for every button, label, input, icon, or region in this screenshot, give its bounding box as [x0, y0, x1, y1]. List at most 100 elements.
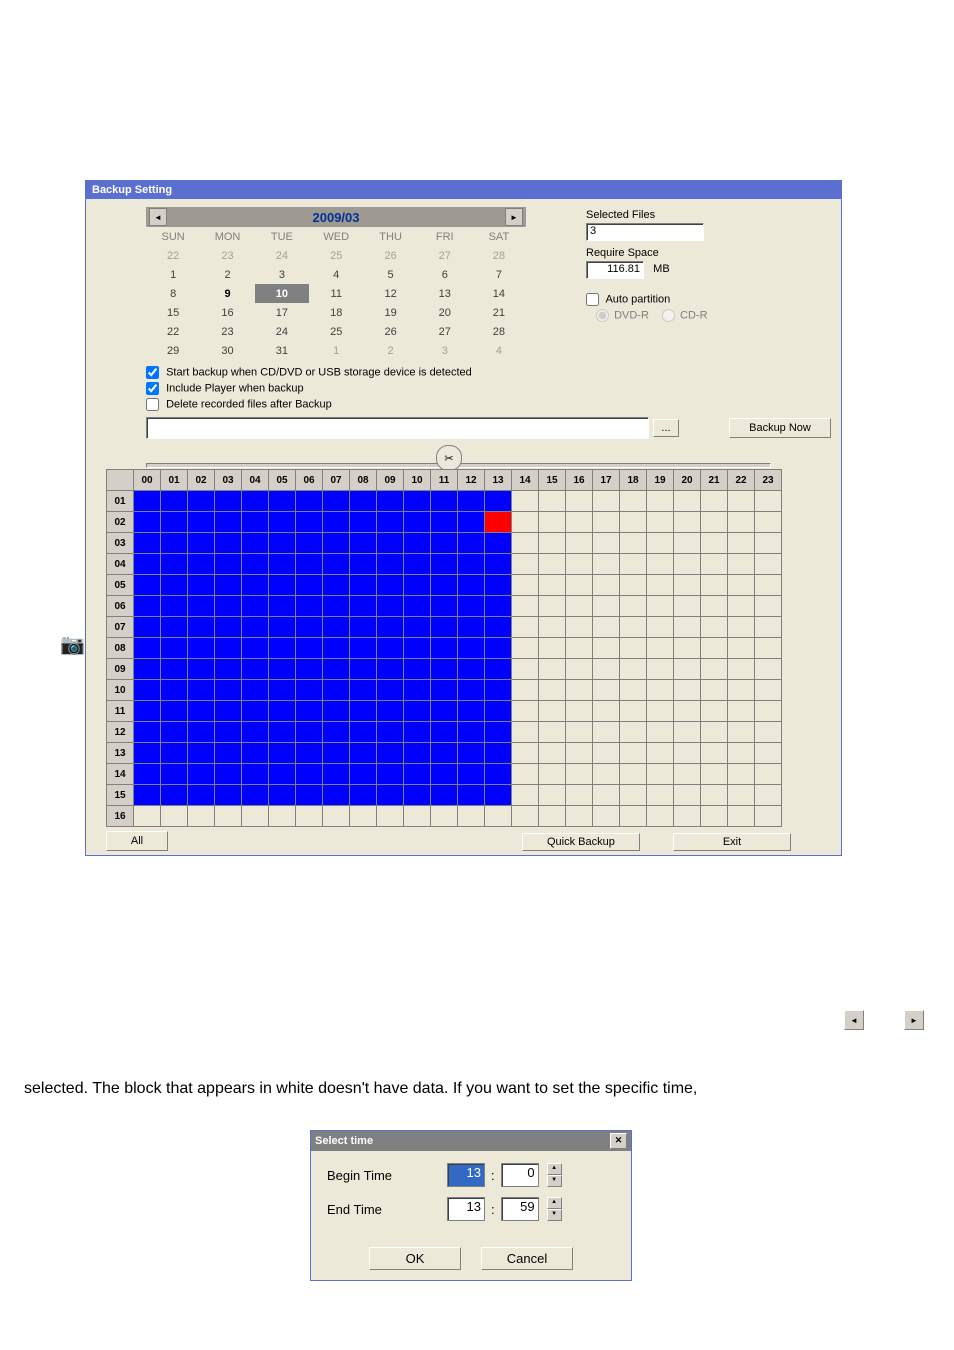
schedule-cell[interactable] — [539, 617, 566, 638]
schedule-cell[interactable] — [215, 764, 242, 785]
schedule-cell[interactable] — [188, 806, 215, 827]
schedule-cell[interactable] — [134, 491, 161, 512]
schedule-cell[interactable] — [620, 617, 647, 638]
schedule-cell[interactable] — [539, 764, 566, 785]
schedule-cell[interactable] — [404, 743, 431, 764]
schedule-cell[interactable] — [377, 554, 404, 575]
schedule-cell[interactable] — [404, 491, 431, 512]
calendar-day-cell[interactable]: 27 — [418, 246, 472, 265]
schedule-cell[interactable] — [566, 743, 593, 764]
schedule-cell[interactable] — [674, 638, 701, 659]
schedule-cell[interactable] — [620, 722, 647, 743]
schedule-cell[interactable] — [134, 806, 161, 827]
calendar-day-cell[interactable]: 23 — [200, 322, 254, 341]
schedule-cell[interactable] — [431, 764, 458, 785]
backup-path-input[interactable] — [146, 417, 649, 439]
schedule-cell[interactable] — [350, 491, 377, 512]
schedule-cell[interactable] — [674, 680, 701, 701]
calendar-day-cell[interactable]: 5 — [363, 265, 417, 284]
schedule-cell[interactable] — [728, 764, 755, 785]
schedule-cell[interactable] — [161, 764, 188, 785]
schedule-cell[interactable] — [188, 743, 215, 764]
schedule-cell[interactable] — [593, 491, 620, 512]
schedule-cell[interactable] — [647, 554, 674, 575]
schedule-cell[interactable] — [701, 722, 728, 743]
schedule-cell[interactable] — [323, 638, 350, 659]
schedule-cell[interactable] — [269, 512, 296, 533]
calendar-day-cell[interactable]: 7 — [472, 265, 526, 284]
schedule-cell[interactable] — [269, 596, 296, 617]
schedule-cell[interactable] — [350, 554, 377, 575]
calendar-day-cell[interactable]: 26 — [363, 322, 417, 341]
schedule-cell[interactable] — [188, 512, 215, 533]
schedule-cell[interactable] — [404, 575, 431, 596]
schedule-cell[interactable] — [161, 722, 188, 743]
schedule-cell[interactable] — [620, 575, 647, 596]
schedule-cell[interactable] — [485, 659, 512, 680]
schedule-cell[interactable] — [242, 764, 269, 785]
schedule-cell[interactable] — [485, 491, 512, 512]
schedule-cell[interactable] — [701, 596, 728, 617]
schedule-cell[interactable] — [242, 743, 269, 764]
schedule-cell[interactable] — [647, 638, 674, 659]
schedule-cell[interactable] — [512, 722, 539, 743]
calendar-day-cell[interactable]: 15 — [146, 303, 200, 322]
schedule-cell[interactable] — [350, 638, 377, 659]
schedule-cell[interactable] — [350, 659, 377, 680]
schedule-cell[interactable] — [404, 701, 431, 722]
schedule-cell[interactable] — [566, 533, 593, 554]
schedule-cell[interactable] — [647, 533, 674, 554]
schedule-cell[interactable] — [296, 659, 323, 680]
calendar-day-cell[interactable]: 2 — [363, 341, 417, 360]
schedule-cell[interactable] — [755, 554, 782, 575]
schedule-cell[interactable] — [161, 554, 188, 575]
schedule-cell[interactable] — [350, 575, 377, 596]
schedule-cell[interactable] — [539, 701, 566, 722]
calendar-day-cell[interactable]: 26 — [363, 246, 417, 265]
schedule-cell[interactable] — [404, 533, 431, 554]
calendar-day-cell[interactable]: 4 — [472, 341, 526, 360]
schedule-cell[interactable] — [215, 617, 242, 638]
schedule-cell[interactable] — [566, 512, 593, 533]
schedule-cell[interactable] — [242, 680, 269, 701]
calendar-day-cell[interactable]: 27 — [418, 322, 472, 341]
schedule-cell[interactable] — [215, 533, 242, 554]
schedule-cell[interactable] — [539, 638, 566, 659]
schedule-cell[interactable] — [323, 806, 350, 827]
schedule-cell[interactable] — [377, 701, 404, 722]
schedule-cell[interactable] — [728, 596, 755, 617]
schedule-cell[interactable] — [539, 533, 566, 554]
schedule-cell[interactable] — [512, 638, 539, 659]
schedule-cell[interactable] — [161, 701, 188, 722]
schedule-cell[interactable] — [296, 617, 323, 638]
schedule-cell[interactable] — [323, 785, 350, 806]
schedule-cell[interactable] — [323, 701, 350, 722]
schedule-cell[interactable] — [593, 554, 620, 575]
schedule-cell[interactable] — [647, 596, 674, 617]
schedule-cell[interactable] — [350, 764, 377, 785]
schedule-cell[interactable] — [269, 491, 296, 512]
schedule-cell[interactable] — [755, 659, 782, 680]
backup-now-button[interactable]: Backup Now — [729, 418, 831, 438]
schedule-cell[interactable] — [431, 596, 458, 617]
calendar-day-cell[interactable]: 13 — [418, 284, 472, 303]
schedule-cell[interactable] — [377, 722, 404, 743]
schedule-cell[interactable] — [296, 638, 323, 659]
schedule-cell[interactable] — [269, 785, 296, 806]
schedule-cell[interactable] — [188, 680, 215, 701]
schedule-cell[interactable] — [674, 764, 701, 785]
schedule-cell[interactable] — [728, 554, 755, 575]
begin-hour-input[interactable]: 13 — [447, 1163, 485, 1187]
dvd-r-radio[interactable] — [596, 309, 609, 322]
schedule-cell[interactable] — [620, 764, 647, 785]
schedule-cell[interactable] — [269, 722, 296, 743]
calendar-day-cell[interactable]: 25 — [309, 322, 363, 341]
schedule-cell[interactable] — [701, 575, 728, 596]
schedule-cell[interactable] — [566, 659, 593, 680]
schedule-cell[interactable] — [485, 764, 512, 785]
schedule-cell[interactable] — [512, 701, 539, 722]
schedule-cell[interactable] — [512, 743, 539, 764]
schedule-cell[interactable] — [728, 491, 755, 512]
schedule-cell[interactable] — [485, 806, 512, 827]
schedule-cell[interactable] — [377, 764, 404, 785]
